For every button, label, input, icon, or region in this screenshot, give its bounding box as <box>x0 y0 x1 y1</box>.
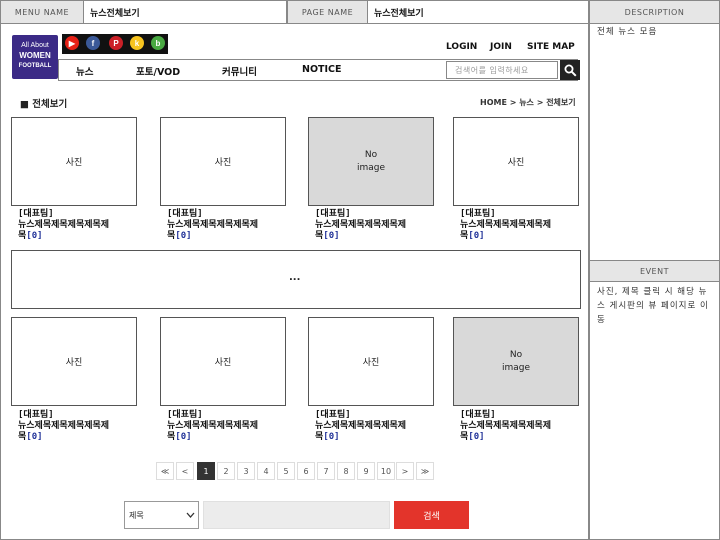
thumbnail-label: No image <box>356 149 386 173</box>
comment-count: [0] <box>26 432 43 442</box>
search-input[interactable]: 검색어를 입력하세요 <box>446 61 558 79</box>
page-10-button[interactable]: 10 <box>377 462 395 480</box>
news-title-line: 뉴스제목제목제목제목제 <box>315 220 407 230</box>
search-field-select[interactable]: 제목 <box>124 501 199 529</box>
description-label: DESCRIPTION <box>589 0 720 24</box>
news-thumbnail[interactable]: 사진 <box>453 117 579 206</box>
thumbnail-label: 사진 <box>214 158 232 168</box>
news-category-tag: [대표팀] <box>167 209 203 219</box>
logo-line: WOMEN <box>19 51 51 60</box>
logo-line: All About <box>21 42 49 49</box>
news-thumbnail[interactable]: 사진 <box>160 117 286 206</box>
page-4-button[interactable]: 4 <box>257 462 275 480</box>
news-title-line: 뉴스제목제목제목제목제 <box>167 220 259 230</box>
logo-line: FOOTBALL <box>18 63 52 69</box>
comment-count: [0] <box>175 432 192 442</box>
keyword-input[interactable] <box>203 501 390 529</box>
nav-item-news[interactable]: 뉴스 <box>76 64 93 78</box>
thumbnail-label: 사진 <box>65 358 83 368</box>
ellipsis: ... <box>289 272 301 283</box>
facebook-icon[interactable]: f <box>86 36 100 50</box>
page-1-button[interactable]: 1 <box>197 462 215 480</box>
news-thumbnail-placeholder[interactable]: No image <box>308 117 434 206</box>
thumbnail-label: No image <box>501 349 531 373</box>
next-page-button[interactable]: > <box>396 462 414 480</box>
news-title-link[interactable]: [대표팀] 뉴스제목제목제목제목제 목[0] <box>315 410 445 443</box>
thumbnail-label: 사진 <box>507 158 525 168</box>
news-category-tag: [대표팀] <box>18 410 54 420</box>
thumbnail-label: 사진 <box>214 358 232 368</box>
site-logo[interactable]: All About WOMEN FOOTBALL <box>12 35 58 79</box>
chevron-down-icon <box>186 512 195 518</box>
news-title-line: 뉴스제목제목제목제목제 <box>315 421 407 431</box>
news-title-link[interactable]: [대표팀] 뉴스제목제목제목제목제 목[0] <box>18 209 148 242</box>
news-category-tag: [대표팀] <box>315 410 351 420</box>
page-8-button[interactable]: 8 <box>337 462 355 480</box>
news-title-link[interactable]: [대표팀] 뉴스제목제목제목제목제 목[0] <box>167 410 297 443</box>
news-category-tag: [대표팀] <box>18 209 54 219</box>
page-7-button[interactable]: 7 <box>317 462 335 480</box>
news-title-link[interactable]: [대표팀] 뉴스제목제목제목제목제 목[0] <box>167 209 297 242</box>
page-title: ■ 전체보기 <box>20 99 68 110</box>
comment-count: [0] <box>26 231 43 241</box>
page-9-button[interactable]: 9 <box>357 462 375 480</box>
page-2-button[interactable]: 2 <box>217 462 235 480</box>
comment-count: [0] <box>468 231 485 241</box>
comment-count: [0] <box>468 432 485 442</box>
nav-item-community[interactable]: 커뮤니티 <box>222 64 257 78</box>
page-name-value: 뉴스전체보기 <box>368 0 589 24</box>
search-button[interactable] <box>560 60 580 80</box>
page-6-button[interactable]: 6 <box>297 462 315 480</box>
news-thumbnail-placeholder[interactable]: No image <box>453 317 579 406</box>
first-page-button[interactable]: ≪ <box>156 462 174 480</box>
login-link[interactable]: LOGIN <box>446 42 477 52</box>
news-thumbnail[interactable]: 사진 <box>11 117 137 206</box>
sitemap-link[interactable]: SITE MAP <box>527 42 575 52</box>
search-field-value: 제목 <box>129 510 144 520</box>
kakao-icon[interactable]: k <box>130 36 144 50</box>
pinterest-icon[interactable]: P <box>109 36 123 50</box>
breadcrumb: HOME > 뉴스 > 전체보기 <box>480 98 576 107</box>
comment-count: [0] <box>175 231 192 241</box>
menu-name-label: MENU NAME <box>0 0 84 24</box>
last-page-button[interactable]: ≫ <box>416 462 434 480</box>
news-category-tag: [대표팀] <box>167 410 203 420</box>
news-title-line: 뉴스제목제목제목제목제 <box>167 421 259 431</box>
news-title-link[interactable]: [대표팀] 뉴스제목제목제목제목제 목[0] <box>18 410 148 443</box>
news-title-line: 뉴스제목제목제목제목제 <box>460 421 552 431</box>
news-title-line: 뉴스제목제목제목제목제 <box>18 220 110 230</box>
news-title-line: 뉴스제목제목제목제목제 <box>460 220 552 230</box>
news-title-link[interactable]: [대표팀] 뉴스제목제목제목제목제 목[0] <box>315 209 445 242</box>
news-thumbnail[interactable]: 사진 <box>308 317 434 406</box>
news-title-link[interactable]: [대표팀] 뉴스제목제목제목제목제 목[0] <box>460 209 590 242</box>
comment-count: [0] <box>323 231 340 241</box>
page-3-button[interactable]: 3 <box>237 462 255 480</box>
news-title-link[interactable]: [대표팀] 뉴스제목제목제목제목제 목[0] <box>460 410 590 443</box>
blog-icon[interactable]: b <box>151 36 165 50</box>
prev-page-button[interactable]: < <box>176 462 194 480</box>
comment-count: [0] <box>323 432 340 442</box>
news-category-tag: [대표팀] <box>315 209 351 219</box>
nav-item-notice[interactable]: NOTICE <box>302 64 342 75</box>
description-text: 전체 뉴스 모음 <box>597 27 658 37</box>
search-icon <box>564 64 577 77</box>
news-thumbnail[interactable]: 사진 <box>160 317 286 406</box>
youtube-icon[interactable]: ▶ <box>65 36 79 50</box>
page-name-label: PAGE NAME <box>287 0 368 24</box>
event-label: EVENT <box>589 260 720 282</box>
news-thumbnail[interactable]: 사진 <box>11 317 137 406</box>
news-category-tag: [대표팀] <box>460 410 496 420</box>
join-link[interactable]: JOIN <box>490 42 512 52</box>
nav-item-photo-vod[interactable]: 포토/VOD <box>136 64 180 78</box>
news-title-line: 뉴스제목제목제목제목제 <box>18 421 110 431</box>
thumbnail-label: 사진 <box>65 158 83 168</box>
page-5-button[interactable]: 5 <box>277 462 295 480</box>
menu-name-value: 뉴스전체보기 <box>84 0 287 24</box>
search-submit-button[interactable]: 검색 <box>394 501 469 529</box>
thumbnail-label: 사진 <box>362 358 380 368</box>
news-category-tag: [대표팀] <box>460 209 496 219</box>
event-text: 사진, 제목 클릭 시 해당 뉴스 게시판의 뷰 페이지로 이동 <box>597 287 709 325</box>
